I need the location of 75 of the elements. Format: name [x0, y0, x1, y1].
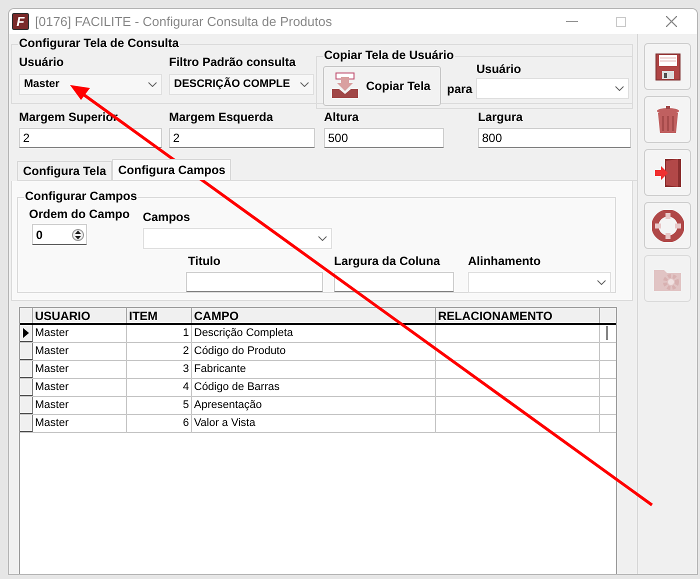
door-arrow-icon: [654, 158, 682, 188]
table-cell: 1: [127, 325, 192, 342]
exit-button[interactable]: [644, 149, 691, 196]
input-field[interactable]: [186, 272, 323, 292]
dropdown[interactable]: [142, 228, 332, 249]
chevron-icon: [300, 82, 309, 87]
table-cell: Valor a Vista: [192, 415, 436, 432]
table-cell: Descrição Completa: [192, 325, 436, 342]
table-cell: Código do Produto: [192, 343, 436, 360]
help-button[interactable]: [644, 202, 691, 249]
field-label: Titulo: [188, 254, 222, 268]
trash-can-icon: [654, 104, 680, 134]
spin-arrows-icon[interactable]: [72, 228, 84, 242]
table-cell: Código de Barras: [192, 379, 436, 396]
column-header[interactable]: RELACIONAMENTO: [436, 308, 600, 323]
close-icon[interactable]: [666, 16, 677, 27]
row-indicator[interactable]: [20, 397, 33, 414]
row-indicator[interactable]: [20, 415, 33, 432]
table-cell: 6: [127, 415, 192, 432]
field-label: Campos: [142, 210, 192, 224]
table-cell: Master: [33, 397, 127, 414]
tray-icon: [330, 70, 360, 100]
column-header[interactable]: CAMPO: [192, 308, 436, 323]
delete-button[interactable]: [644, 96, 691, 143]
table-cell: Master: [33, 361, 127, 378]
para-label: para: [447, 80, 472, 98]
table-cell: Master: [33, 415, 127, 432]
table-cell: 3: [127, 361, 192, 378]
minimize-icon[interactable]: [566, 20, 578, 22]
table-cell: 4: [127, 379, 192, 396]
field-label: Largura da Coluna: [334, 254, 442, 268]
app-logo: F: [12, 13, 29, 30]
input-field[interactable]: 500: [324, 128, 444, 148]
lifebuoy-icon: [652, 210, 684, 242]
group-title: Copiar Tela de Usuário: [323, 48, 455, 62]
row-indicator[interactable]: [20, 361, 33, 378]
copy-button[interactable]: Copiar Tela: [323, 66, 441, 106]
field-label: Largura: [478, 110, 524, 124]
field-label: Usuário: [19, 55, 65, 69]
input-field[interactable]: 2: [19, 128, 162, 148]
field-label: Usuário: [476, 62, 522, 76]
input-field[interactable]: [334, 272, 454, 292]
column-header[interactable]: ITEM: [127, 308, 192, 323]
row-indicator[interactable]: [20, 343, 33, 360]
table-cell: Apresentação: [192, 397, 436, 414]
table-cell: 2: [127, 343, 192, 360]
field-label: Alinhamento: [468, 254, 542, 268]
row-indicator[interactable]: [20, 379, 33, 396]
group-title: Configurar Campos: [24, 189, 138, 203]
scrollbar-thumb[interactable]: [606, 326, 608, 340]
chevron-icon: [148, 82, 157, 87]
dropdown[interactable]: DESCRIÇÃO COMPLE: [169, 74, 314, 95]
table-cell: Fabricante: [192, 361, 436, 378]
input-field[interactable]: 2: [169, 128, 315, 148]
tab[interactable]: Configura Tela: [17, 161, 112, 180]
chevron-icon: [318, 236, 327, 241]
chevron-icon: [615, 86, 624, 91]
chevron-icon: [597, 280, 606, 285]
field-label: Margem Esquerda: [169, 110, 274, 124]
group-title: Configurar Tela de Consulta: [18, 36, 180, 50]
save-button[interactable]: [644, 43, 691, 90]
table-cell: 5: [127, 397, 192, 414]
field-label: Altura: [324, 110, 360, 124]
table-cell: Master: [33, 379, 127, 396]
tab[interactable]: Configura Campos: [112, 159, 232, 180]
input-field[interactable]: 800: [478, 128, 631, 148]
dropdown[interactable]: Master: [19, 74, 162, 95]
column-header[interactable]: USUARIO: [33, 308, 127, 323]
spin-field[interactable]: 0: [32, 224, 87, 245]
field-label: Filtro Padrão consulta: [169, 55, 297, 69]
field-label: Ordem do Campo: [29, 207, 130, 221]
table-cell: Master: [33, 343, 127, 360]
row-indicator[interactable]: [20, 325, 33, 342]
window-title: [0176] FACILITE - Configurar Consulta de Produtos: [35, 12, 332, 31]
table-cell: Master: [33, 325, 127, 342]
